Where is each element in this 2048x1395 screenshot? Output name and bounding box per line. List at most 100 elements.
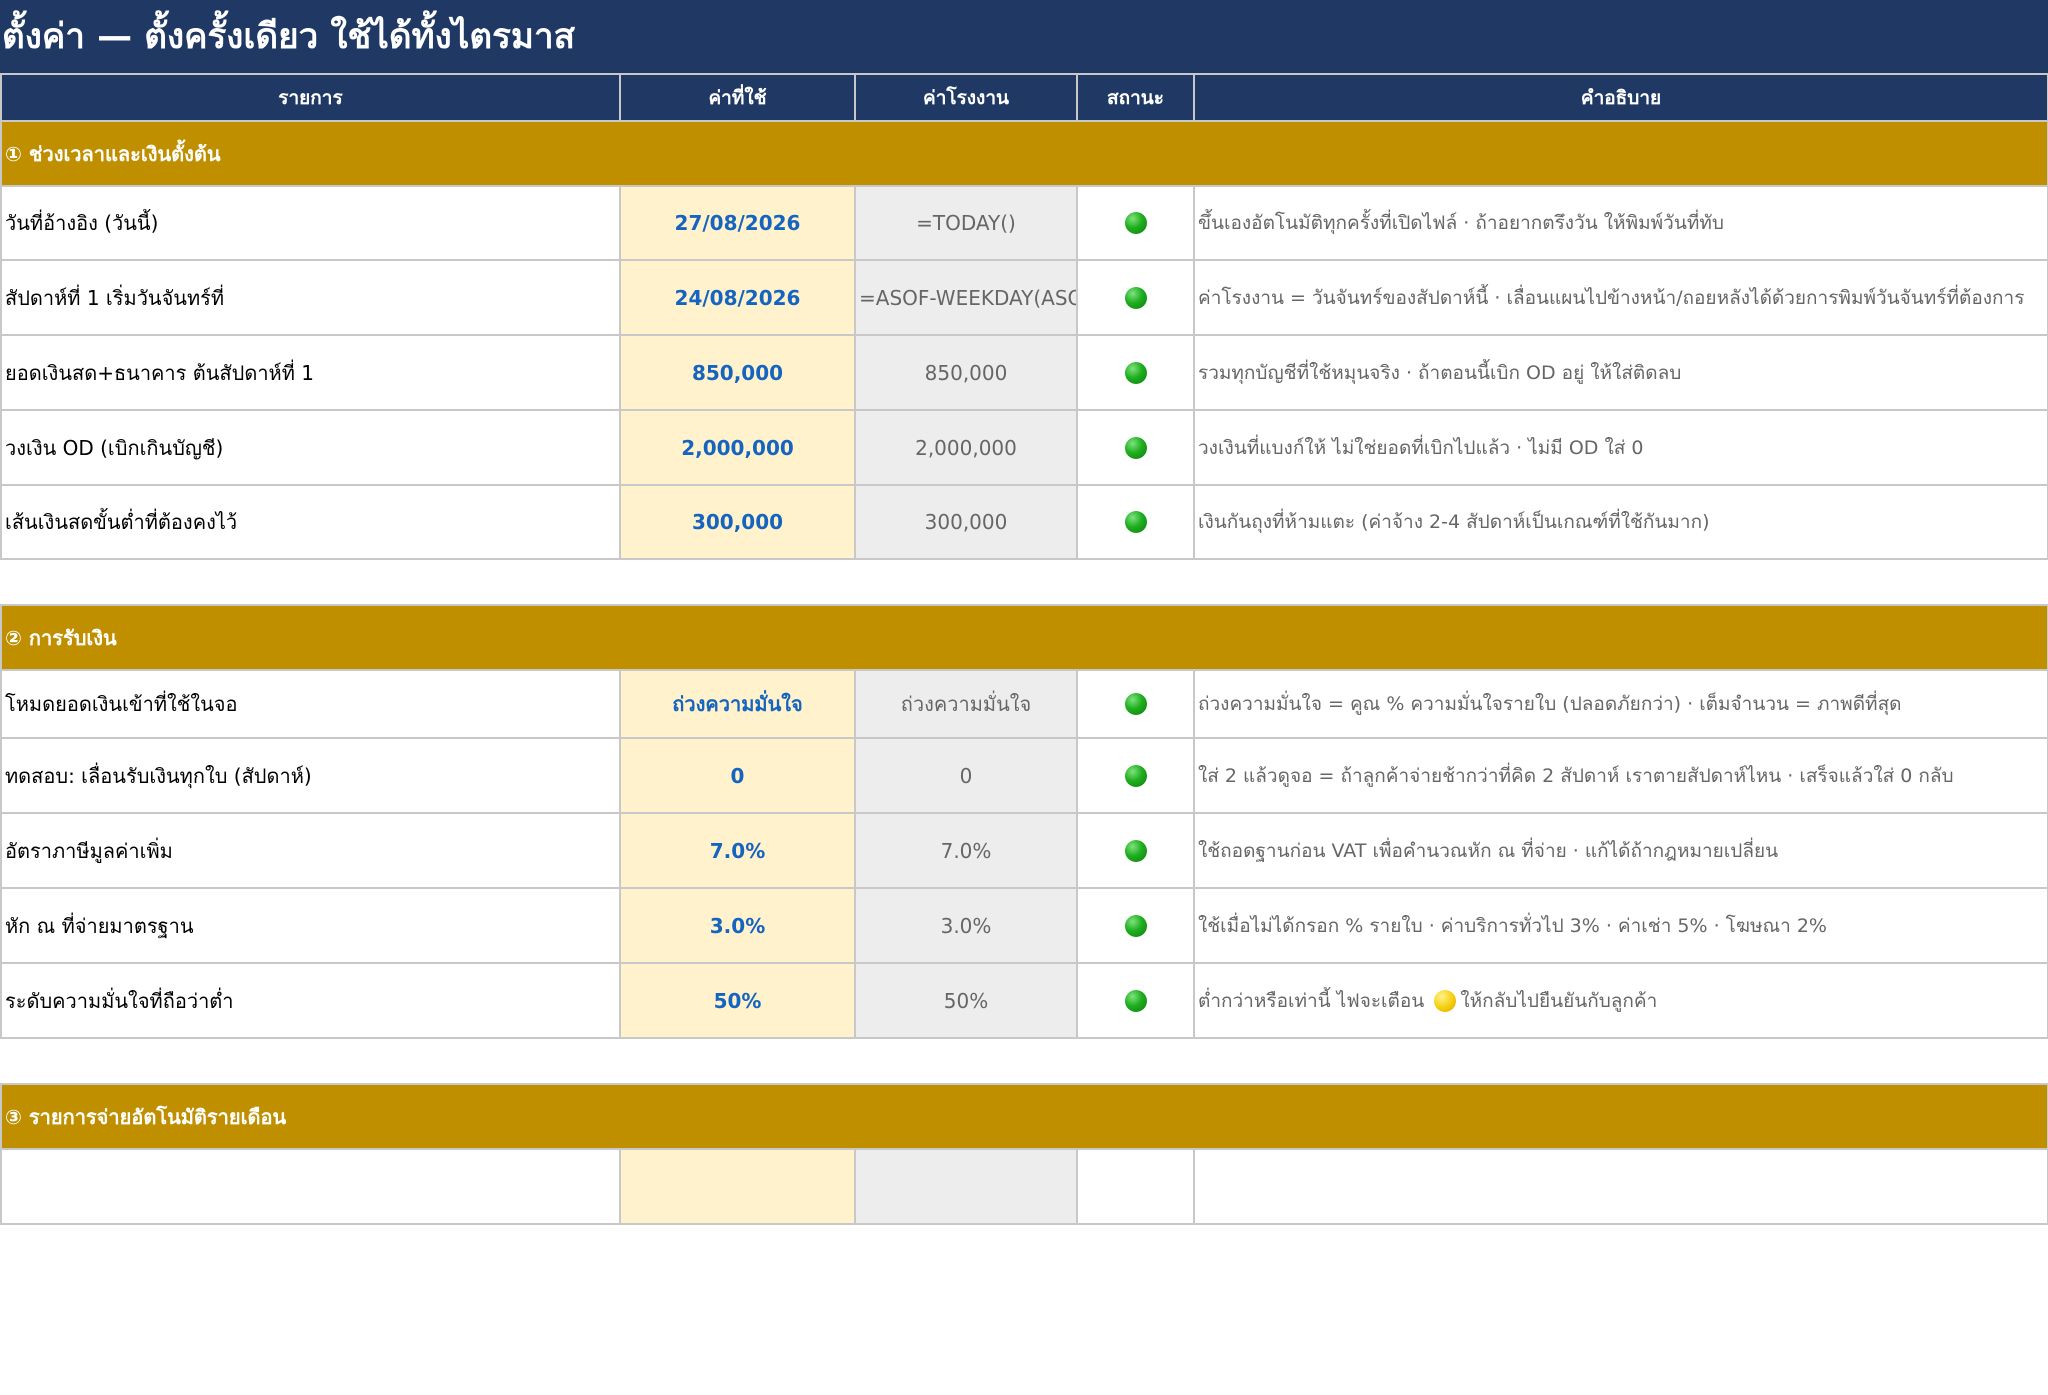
green-dot-icon <box>1124 693 1147 715</box>
setting-value-input[interactable]: 850,000 <box>619 334 856 411</box>
description-text: วงเงินที่แบงก์ให้ ไม่ใช่ยอดที่เบิกไปแล้ว… <box>1198 436 1644 459</box>
setting-description[interactable] <box>1193 1148 2048 1225</box>
setting-description[interactable]: วงเงินที่แบงก์ให้ ไม่ใช่ยอดที่เบิกไปแล้ว… <box>1193 409 2048 486</box>
description-text: ใช้ถอดฐานก่อน VAT เพื่อคำนวณหัก ณ ที่จ่า… <box>1198 839 1779 862</box>
green-dot-icon <box>1124 361 1147 384</box>
setting-description[interactable]: ใส่ 2 แล้วดูจอ = ถ้าลูกค้าจ่ายช้ากว่าที่… <box>1193 737 2048 814</box>
spacer-cell <box>1 1038 2048 1084</box>
status-cell[interactable] <box>1076 737 1195 814</box>
setting-value-input[interactable]: 0 <box>619 737 856 814</box>
setting-label[interactable]: อัตราภาษีมูลค่าเพิ่ม <box>0 812 621 889</box>
section-spacer <box>1 559 2048 605</box>
sheet-title: ตั้งค่า — ตั้งครั้งเดียว ใช้ได้ทั้งไตรมา… <box>0 0 2048 73</box>
setting-label[interactable] <box>0 1148 621 1225</box>
column-header-item[interactable]: รายการ <box>0 73 621 122</box>
setting-description[interactable]: ต่ำกว่าหรือเท่านี้ ไฟจะเตือน ให้กลับไปยื… <box>1193 962 2048 1039</box>
section-header-row: ② การรับเงิน <box>0 604 2048 671</box>
setting-description[interactable]: ถ่วงความมั่นใจ = คูณ % ความมั่นใจรายใบ (… <box>1193 669 2048 739</box>
setting-value-input[interactable]: 3.0% <box>619 887 856 964</box>
description-text: เงินกันถุงที่ห้ามแตะ (ค่าจ้าง 2-4 สัปดาห… <box>1198 511 1710 533</box>
green-dot-icon <box>1124 286 1147 309</box>
setting-description[interactable]: ใช้ถอดฐานก่อน VAT เพื่อคำนวณหัก ณ ที่จ่า… <box>1193 812 2048 889</box>
description-text: ใช้เมื่อไม่ได้กรอก % รายใบ · ค่าบริการทั… <box>1198 914 1827 937</box>
column-header-status[interactable]: สถานะ <box>1076 73 1195 122</box>
setting-value-input[interactable] <box>619 1148 856 1225</box>
setting-label[interactable]: ระดับความมั่นใจที่ถือว่าต่ำ <box>0 962 621 1039</box>
column-header-value[interactable]: ค่าที่ใช้ <box>619 73 856 122</box>
setting-row: วันที่อ้างอิง (วันนี้) 27/08/2026 =TODAY()… <box>0 185 2048 261</box>
setting-value-input[interactable]: 24/08/2026 <box>619 259 856 336</box>
column-header-description[interactable]: คำอธิบาย <box>1193 73 2048 122</box>
setting-label[interactable]: สัปดาห์ที่ 1 เริ่มวันจันทร์ที่ <box>0 259 621 336</box>
factory-default[interactable]: 7.0% <box>854 812 1078 889</box>
status-cell[interactable] <box>1076 334 1195 411</box>
setting-label[interactable]: โหมดยอดเงินเข้าที่ใช้ในจอ <box>0 669 621 739</box>
setting-label[interactable]: หัก ณ ที่จ่ายมาตรฐาน <box>0 887 621 964</box>
factory-default[interactable]: =ASOF-WEEKDAY(ASOF,3) <box>854 259 1078 336</box>
setting-value-input[interactable]: 2,000,000 <box>619 409 856 486</box>
factory-default[interactable]: 50% <box>854 962 1078 1039</box>
setting-description[interactable]: ค่าโรงงาน = วันจันทร์ของสัปดาห์นี้ · เลื… <box>1193 259 2048 336</box>
section-title[interactable]: ① ช่วงเวลาและเงินตั้งต้น <box>0 120 2048 187</box>
factory-default[interactable]: ถ่วงความมั่นใจ <box>854 669 1078 739</box>
setting-description[interactable]: เงินกันถุงที่ห้ามแตะ (ค่าจ้าง 2-4 สัปดาห… <box>1193 484 2048 560</box>
description-text: ค่าโรงงาน = วันจันทร์ของสัปดาห์นี้ · เลื… <box>1198 286 2025 309</box>
green-dot-icon <box>1124 212 1147 234</box>
setting-description[interactable]: ขึ้นเองอัตโนมัติทุกครั้งที่เปิดไฟล์ · ถ้… <box>1193 185 2048 261</box>
setting-value-input[interactable]: 50% <box>619 962 856 1039</box>
description-text: ใส่ 2 แล้วดูจอ = ถ้าลูกค้าจ่ายช้ากว่าที่… <box>1198 764 1954 787</box>
setting-row: หัก ณ ที่จ่ายมาตรฐาน 3.0% 3.0% ใช้เมื่อไม่ไ… <box>0 887 2048 964</box>
green-dot-icon <box>1124 989 1147 1012</box>
setting-label[interactable]: ทดสอบ: เลื่อนรับเงินทุกใบ (สัปดาห์) <box>0 737 621 814</box>
setting-row: สัปดาห์ที่ 1 เริ่มวันจันทร์ที่ 24/08/2026… <box>0 259 2048 336</box>
section-spacer <box>1 1038 2048 1084</box>
status-cell[interactable] <box>1076 962 1195 1039</box>
setting-value-input[interactable]: ถ่วงความมั่นใจ <box>619 669 856 739</box>
factory-default[interactable]: 300,000 <box>854 484 1078 560</box>
setting-value-input[interactable]: 7.0% <box>619 812 856 889</box>
green-dot-icon <box>1124 436 1147 459</box>
status-cell[interactable] <box>1076 409 1195 486</box>
status-cell[interactable] <box>1076 887 1195 964</box>
setting-row: ยอดเงินสด+ธนาคาร ต้นสัปดาห์ที่ 1 850,000 8… <box>0 334 2048 411</box>
section-title[interactable]: ② การรับเงิน <box>0 604 2048 671</box>
yellow-dot-icon <box>1434 990 1457 1012</box>
section-header-row: ① ช่วงเวลาและเงินตั้งต้น <box>0 120 2048 187</box>
setting-row: เส้นเงินสดขั้นต่ำที่ต้องคงไว้ 300,000 300,… <box>0 484 2048 560</box>
status-cell[interactable] <box>1076 1148 1195 1225</box>
status-cell[interactable] <box>1076 185 1195 261</box>
description-text: ขึ้นเองอัตโนมัติทุกครั้งที่เปิดไฟล์ · ถ้… <box>1198 212 1724 234</box>
setting-label[interactable]: วงเงิน OD (เบิกเกินบัญชี) <box>0 409 621 486</box>
column-header-default[interactable]: ค่าโรงงาน <box>854 73 1078 122</box>
setting-description[interactable]: รวมทุกบัญชีที่ใช้หมุนจริง · ถ้าตอนนี้เบิ… <box>1193 334 2048 411</box>
description-text: ถ่วงความมั่นใจ = คูณ % ความมั่นใจรายใบ (… <box>1198 693 1902 715</box>
status-cell[interactable] <box>1076 484 1195 560</box>
setting-row: ระดับความมั่นใจที่ถือว่าต่ำ 50% 50% ต่ำกว่า… <box>0 962 2048 1039</box>
factory-default[interactable]: 3.0% <box>854 887 1078 964</box>
setting-row: โหมดยอดเงินเข้าที่ใช้ในจอ ถ่วงความมั่นใจถ… <box>0 669 2048 739</box>
setting-row: ทดสอบ: เลื่อนรับเงินทุกใบ (สัปดาห์) 0 0 ใส่… <box>0 737 2048 814</box>
green-dot-icon <box>1124 511 1147 533</box>
factory-default[interactable] <box>854 1148 1078 1225</box>
setting-value-input[interactable]: 27/08/2026 <box>619 185 856 261</box>
factory-default[interactable]: 0 <box>854 737 1078 814</box>
section-title[interactable]: ③ รายการจ่ายอัตโนมัติรายเดือน <box>0 1083 2048 1150</box>
factory-default[interactable]: 850,000 <box>854 334 1078 411</box>
status-cell[interactable] <box>1076 259 1195 336</box>
setting-label[interactable]: ยอดเงินสด+ธนาคาร ต้นสัปดาห์ที่ 1 <box>0 334 621 411</box>
setting-row: อัตราภาษีมูลค่าเพิ่ม 7.0% 7.0% ใช้ถอดฐานก่อ… <box>0 812 2048 889</box>
setting-label[interactable]: วันที่อ้างอิง (วันนี้) <box>0 185 621 261</box>
factory-default[interactable]: 2,000,000 <box>854 409 1078 486</box>
factory-default[interactable]: =TODAY() <box>854 185 1078 261</box>
setting-label[interactable]: เส้นเงินสดขั้นต่ำที่ต้องคงไว้ <box>0 484 621 560</box>
description-text: ต่ำกว่าหรือเท่านี้ ไฟจะเตือน <box>1198 989 1425 1012</box>
setting-value-input[interactable]: 300,000 <box>619 484 856 560</box>
setting-row: วงเงิน OD (เบิกเกินบัญชี) 2,000,000 2,000,… <box>0 409 2048 486</box>
description-text-after: ให้กลับไปยืนยันกับลูกค้า <box>1460 989 1658 1012</box>
setting-description[interactable]: ใช้เมื่อไม่ได้กรอก % รายใบ · ค่าบริการทั… <box>1193 887 2048 964</box>
status-cell[interactable] <box>1076 669 1195 739</box>
setting-row <box>0 1148 2048 1225</box>
status-cell[interactable] <box>1076 812 1195 889</box>
description-text: รวมทุกบัญชีที่ใช้หมุนจริง · ถ้าตอนนี้เบิ… <box>1198 361 1682 384</box>
green-dot-icon <box>1124 914 1147 937</box>
